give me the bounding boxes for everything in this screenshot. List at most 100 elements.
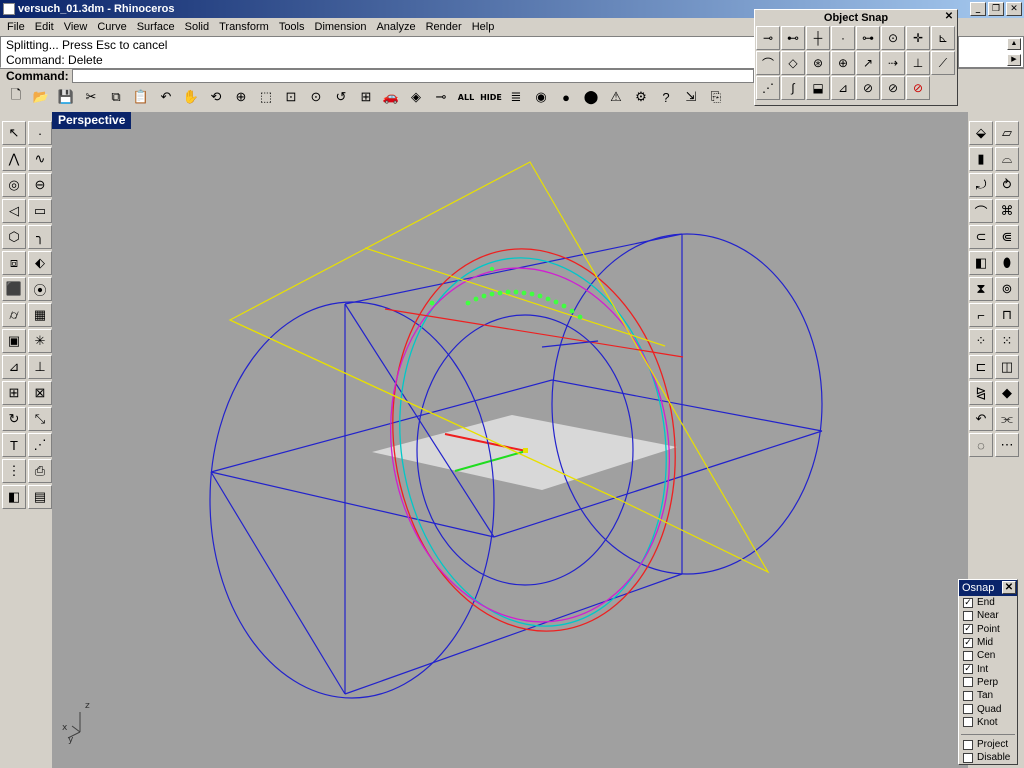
close-button[interactable]: ✕ <box>1006 2 1022 16</box>
osnap-close-button[interactable]: ✕ <box>1002 581 1016 594</box>
snap-mid-icon[interactable]: ⊶ <box>856 26 880 50</box>
menu-solid[interactable]: Solid <box>180 18 214 36</box>
circle-icon[interactable]: ◎ <box>2 173 26 197</box>
scroll-up-icon[interactable]: ▲ <box>1007 38 1021 50</box>
settings-icon[interactable]: ⚙ <box>629 85 653 109</box>
command-input[interactable] <box>72 69 754 83</box>
box-icon[interactable]: ⬛ <box>2 277 26 301</box>
checkbox-disable[interactable] <box>963 752 973 763</box>
text-icon[interactable]: T <box>2 433 26 457</box>
point-icon[interactable]: · <box>28 121 52 145</box>
cylinder-icon[interactable]: ⌭ <box>2 303 26 327</box>
four-views-icon[interactable]: ⊞ <box>354 85 378 109</box>
snap-disable2-icon[interactable]: ⊘ <box>881 76 905 100</box>
checkbox-near[interactable] <box>963 610 973 621</box>
osnap-option-mid[interactable]: ✓ Mid <box>959 636 1017 649</box>
points-display-icon[interactable]: ⋯ <box>995 433 1019 457</box>
solid-box-icon[interactable]: ◧ <box>969 251 993 275</box>
viewport-label[interactable]: Perspective <box>52 112 132 129</box>
sheet-icon[interactable]: ⎙ <box>28 459 52 483</box>
dim-icon[interactable]: ⋰ <box>28 433 52 457</box>
rectangle-icon[interactable]: ▭ <box>28 199 52 223</box>
scroll-right-icon[interactable]: ▶ <box>1007 54 1021 66</box>
scale-icon[interactable]: ⤡ <box>28 407 52 431</box>
perspective-viewport[interactable]: z x y <box>52 112 968 768</box>
menu-help[interactable]: Help <box>467 18 500 36</box>
cut-icon[interactable]: ✂ <box>79 85 103 109</box>
object-snap-close-button[interactable]: ✕ <box>943 11 955 23</box>
command-history[interactable]: Splitting... Press Esc to cancel Command… <box>0 36 756 68</box>
group-icon[interactable]: ▣ <box>2 329 26 353</box>
blend-icon[interactable]: ⌒ <box>969 199 993 223</box>
menu-surface[interactable]: Surface <box>132 18 180 36</box>
show-all-icon[interactable]: ALL <box>454 85 478 109</box>
diamond-icon[interactable]: ◆ <box>995 381 1019 405</box>
hide-text-icon[interactable]: HIDE <box>479 85 503 109</box>
revolve-icon[interactable]: ⤾ <box>969 173 993 197</box>
undo-view-icon[interactable]: ↺ <box>329 85 353 109</box>
pipe-icon[interactable]: ⊂ <box>969 225 993 249</box>
control-points-icon[interactable]: ⁘ <box>969 329 993 353</box>
rotate-icon[interactable]: ↻ <box>2 407 26 431</box>
rhino-app-icon[interactable] <box>3 3 15 15</box>
sweep-icon[interactable]: ⥁ <box>995 173 1019 197</box>
undo-icon[interactable]: ↶ <box>154 85 178 109</box>
snap-quad-icon[interactable]: ◇ <box>781 51 805 75</box>
menu-edit[interactable]: Edit <box>30 18 59 36</box>
new-icon[interactable]: 🗋 <box>4 85 28 109</box>
snap-ortho-icon[interactable]: ⊥ <box>906 51 930 75</box>
cap-icon[interactable]: ⊓ <box>995 303 1019 327</box>
surface-points-icon[interactable]: ⧈ <box>2 251 26 275</box>
snap-int-icon[interactable]: ✛ <box>906 26 930 50</box>
arc-icon[interactable]: ◁ <box>2 199 26 223</box>
object-snap-titlebar[interactable]: Object Snap ✕ <box>755 10 957 26</box>
checkbox-knot[interactable] <box>963 717 973 728</box>
snap-point-icon[interactable]: ┼ <box>806 26 830 50</box>
osnap-option-end[interactable]: ✓ End <box>959 596 1017 609</box>
surface-icon[interactable]: ⬖ <box>28 251 52 275</box>
snap-dots-icon[interactable]: ⋰ <box>756 76 780 100</box>
menu-render[interactable]: Render <box>421 18 467 36</box>
undo-surface-icon[interactable]: ↶ <box>969 407 993 431</box>
snap-near-icon[interactable]: ⊷ <box>781 26 805 50</box>
menu-analyze[interactable]: Analyze <box>371 18 420 36</box>
polyline-icon[interactable]: ⋀ <box>2 147 26 171</box>
move-icon[interactable]: ⊞ <box>2 381 26 405</box>
checkbox-int[interactable]: ✓ <box>963 664 973 675</box>
help-icon[interactable]: ? <box>654 85 678 109</box>
osnap-option-near[interactable]: Near <box>959 609 1017 622</box>
network-icon[interactable]: ⌘ <box>995 199 1019 223</box>
snap-track-icon[interactable]: ⇢ <box>881 51 905 75</box>
split-icon[interactable]: ⊿ <box>2 355 26 379</box>
checkbox-cen[interactable] <box>963 650 973 661</box>
snap-perp-icon[interactable]: ⊾ <box>931 26 955 50</box>
paste-icon[interactable]: 📋 <box>129 85 153 109</box>
osnap-titlebar[interactable]: Osnap ✕ <box>959 580 1017 596</box>
snap-disable1-icon[interactable]: ⊘ <box>856 76 880 100</box>
menu-transform[interactable]: Transform <box>214 18 274 36</box>
ellipse-icon[interactable]: ⊖ <box>28 173 52 197</box>
light-icon[interactable]: ⚠ <box>604 85 628 109</box>
loft-icon[interactable]: ⌓ <box>995 147 1019 171</box>
osnap-option-cen[interactable]: Cen <box>959 649 1017 662</box>
hide-icon[interactable]: ◈ <box>404 85 428 109</box>
menu-tools[interactable]: Tools <box>274 18 310 36</box>
snap-target-icon[interactable]: ⊕ <box>831 51 855 75</box>
extrude-icon[interactable]: ▮ <box>969 147 993 171</box>
zoom-selected-icon[interactable]: ⊙ <box>304 85 328 109</box>
shade-icon[interactable]: ● <box>554 85 578 109</box>
grid-icon[interactable]: ⋮ <box>2 459 26 483</box>
zoom-window-icon[interactable]: ⬚ <box>254 85 278 109</box>
snap-disable3-icon[interactable]: ⊘ <box>906 76 930 100</box>
pan-icon[interactable]: ✋ <box>179 85 203 109</box>
render-icon[interactable]: ⬤ <box>579 85 603 109</box>
surface-patch-icon[interactable]: ▱ <box>995 121 1019 145</box>
rail-icon[interactable]: ⋐ <box>995 225 1019 249</box>
layers-icon[interactable]: ≣ <box>504 85 528 109</box>
shell-icon[interactable]: ⊏ <box>969 355 993 379</box>
osnap-option-perp[interactable]: Perp <box>959 676 1017 689</box>
array-icon[interactable]: ⊠ <box>28 381 52 405</box>
snap-curve-icon[interactable]: ∫ <box>781 76 805 100</box>
rotate-view-icon[interactable]: ⟲ <box>204 85 228 109</box>
menu-view[interactable]: View <box>59 18 93 36</box>
